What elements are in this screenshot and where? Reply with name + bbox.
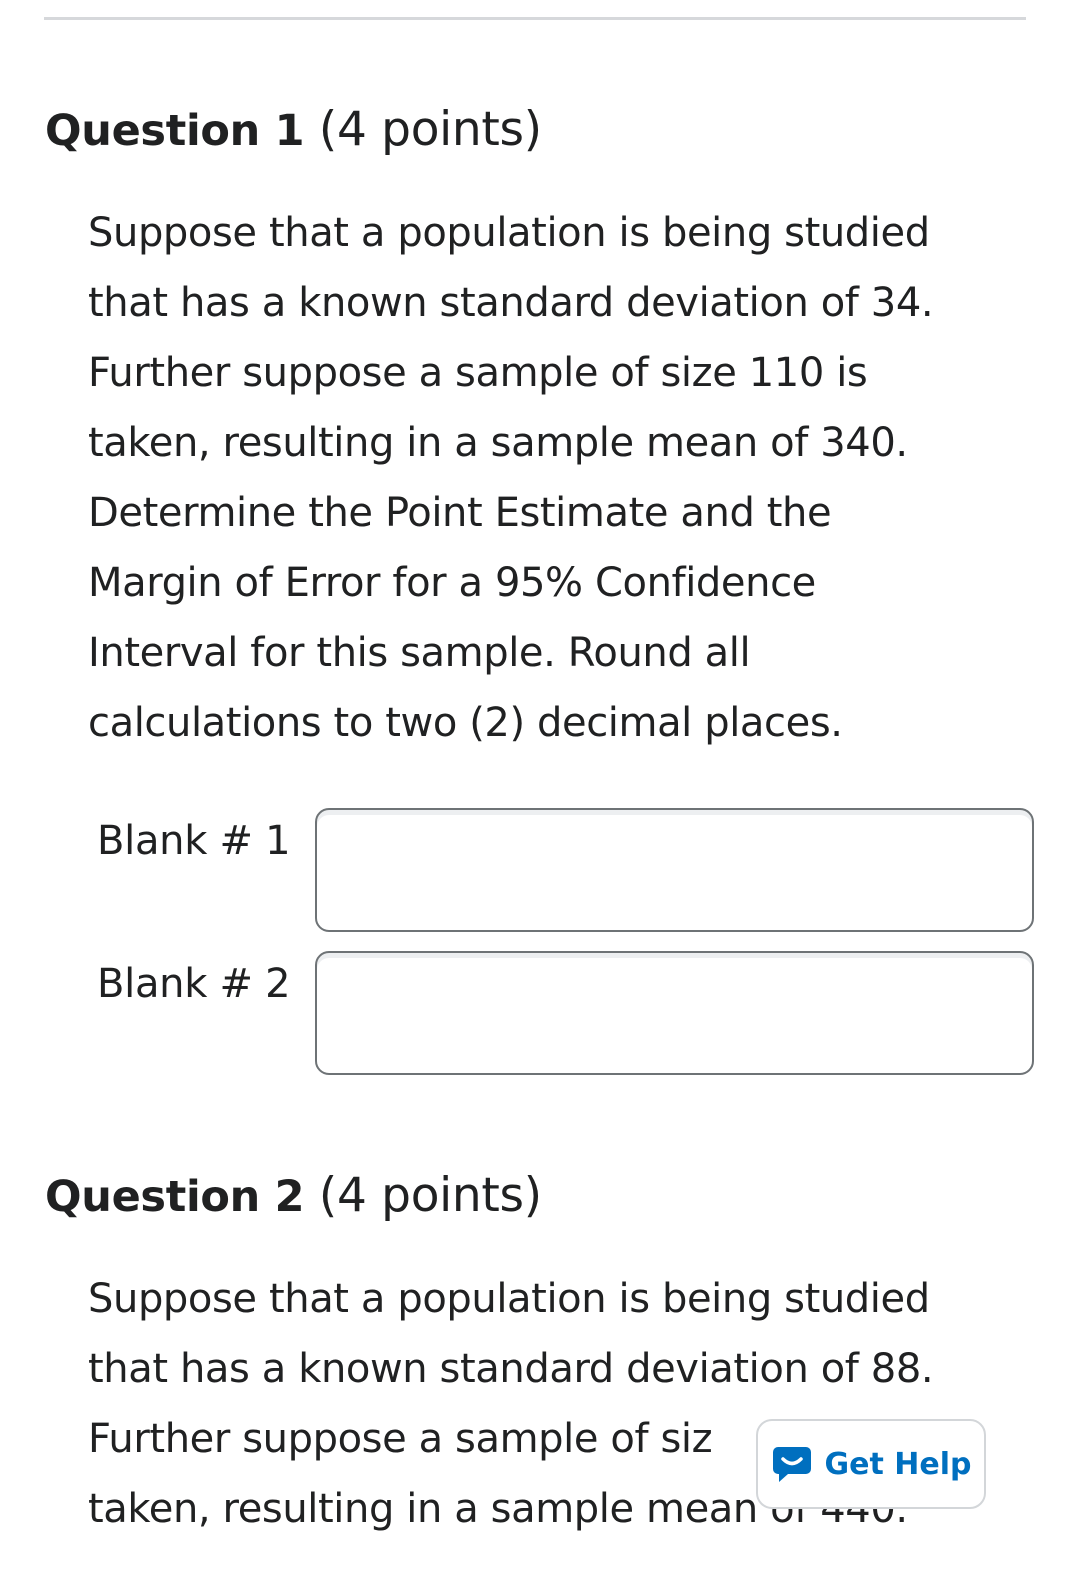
blank-1-input[interactable] <box>315 808 1034 932</box>
question-text-line: Determine the Point Estimate and the <box>88 490 832 536</box>
question-text-line: Suppose that a population is being studi… <box>88 210 930 256</box>
blank-2-input[interactable] <box>315 951 1034 1075</box>
question-text-line: Further suppose a sample of size 110 is <box>88 350 868 396</box>
get-help-label: Get Help <box>824 1446 972 1482</box>
question-1-points: (4 points) <box>318 102 542 157</box>
question-2-points: (4 points) <box>318 1168 542 1223</box>
blank-2-label: Blank # 2 <box>97 961 291 1007</box>
get-help-button[interactable]: Get Help <box>756 1419 986 1509</box>
question-text-line: Interval for this sample. Round all <box>88 630 751 676</box>
question-text-line: taken, resulting in a sample mean of 340… <box>88 420 908 466</box>
question-1-title: Question 1 <box>45 106 305 156</box>
question-1-text: Suppose that a population is being studi… <box>88 198 1048 758</box>
blank-2-row: Blank # 2 <box>0 951 1080 1075</box>
question-text-line: that has a known standard deviation of 3… <box>88 280 934 326</box>
question-text-line: Suppose that a population is being studi… <box>88 1276 930 1322</box>
top-divider <box>44 17 1026 20</box>
chat-bubble-icon <box>772 1447 811 1482</box>
question-2-heading: Question 2 (4 points) <box>45 1166 542 1227</box>
blank-1-row: Blank # 1 <box>0 808 1080 932</box>
question-2-title: Question 2 <box>45 1172 305 1222</box>
question-text-line: that has a known standard deviation of 8… <box>88 1346 934 1392</box>
question-text-line: Margin of Error for a 95% Confidence <box>88 560 816 606</box>
question-text-line: calculations to two (2) decimal places. <box>88 700 843 746</box>
blank-1-label: Blank # 1 <box>97 818 291 864</box>
question-1-heading: Question 1 (4 points) <box>45 100 542 161</box>
